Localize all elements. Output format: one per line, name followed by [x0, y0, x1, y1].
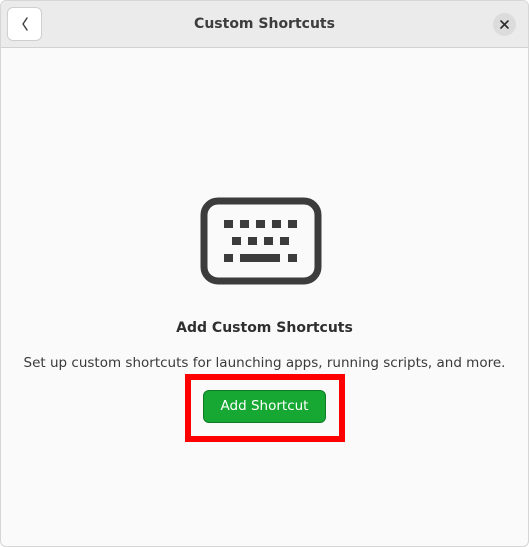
empty-state-title: Add Custom Shortcuts — [176, 320, 353, 336]
add-shortcut-button[interactable]: Add Shortcut — [203, 390, 326, 423]
close-button[interactable] — [493, 13, 516, 36]
custom-shortcuts-dialog: Custom Shortcuts Add Custom Shortcuts Se… — [0, 0, 529, 547]
dialog-title: Custom Shortcuts — [194, 16, 335, 32]
back-button[interactable] — [7, 7, 42, 41]
chevron-left-icon — [21, 17, 28, 31]
empty-state-description: Set up custom shortcuts for launching ap… — [23, 355, 506, 371]
keyboard-icon — [200, 197, 322, 285]
close-icon — [500, 20, 509, 29]
header-bar: Custom Shortcuts — [1, 1, 528, 48]
